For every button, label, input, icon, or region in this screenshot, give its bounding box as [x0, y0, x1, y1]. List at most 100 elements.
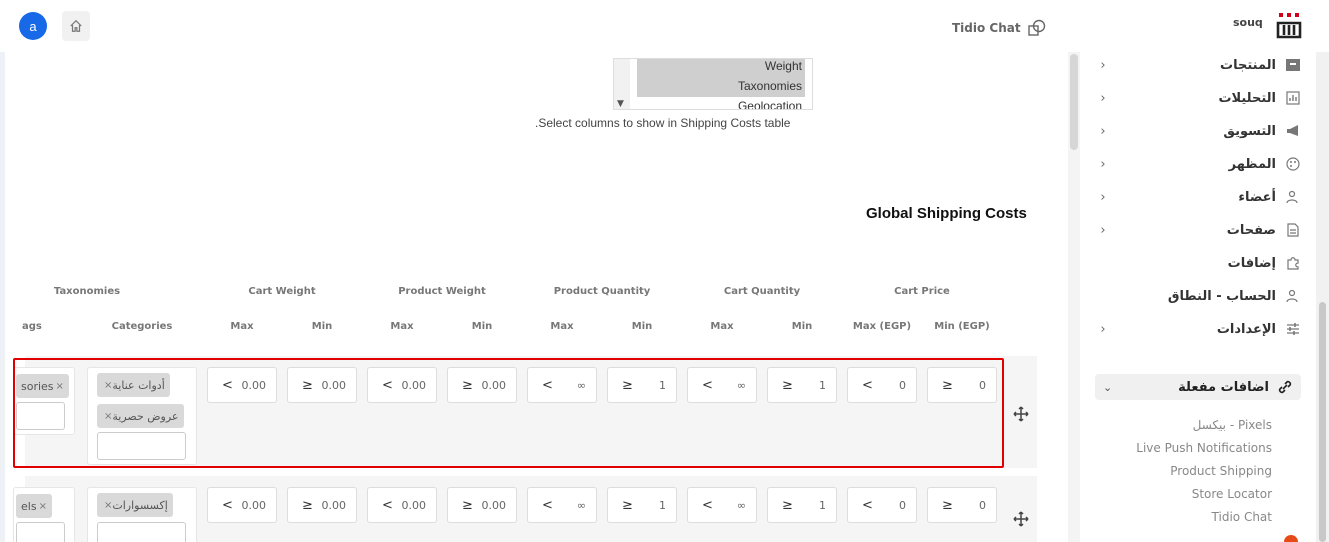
sidebar-item-account-domain[interactable]: الحساب - النطاق: [1095, 285, 1301, 307]
chevron-down-icon: ⌄: [1103, 380, 1113, 394]
chevron-right-icon: ›: [1100, 321, 1106, 337]
cell-operator: ≥: [302, 497, 313, 513]
product-quantity-min-input[interactable]: ≥1: [607, 487, 677, 523]
columns-multiselect[interactable]: Weight Taxonomies Geolocation ▼: [613, 58, 813, 110]
header-taxonomies: Taxonomies: [53, 286, 121, 297]
sidebar-subitem-store-locator[interactable]: Store Locator: [1192, 487, 1272, 501]
main-scrollbar[interactable]: [1068, 52, 1080, 542]
sidebar-scrollbar[interactable]: [1316, 52, 1329, 542]
drag-handle[interactable]: [1013, 511, 1029, 527]
header-cart-quantity: Cart Quantity: [723, 286, 801, 297]
topbar: a Tidio Chat souq: [0, 0, 1329, 52]
sidebar-item-pages[interactable]: › صفحات: [1095, 219, 1301, 241]
category-tag[interactable]: إكسسوارات ×: [97, 493, 173, 517]
remove-tag-icon[interactable]: ×: [104, 500, 112, 511]
sidebar-subitem-live-push[interactable]: Live Push Notifications: [1136, 441, 1272, 455]
subheader-categories: Categories: [111, 321, 173, 332]
remove-tag-icon[interactable]: ×: [39, 501, 47, 512]
user-avatar[interactable]: a: [19, 12, 47, 40]
cell-value: 1: [659, 498, 666, 512]
tag-chip[interactable]: els ×: [16, 494, 52, 518]
sidebar-active-addons-group[interactable]: ⌄ اضافات مفعلة: [1095, 374, 1301, 400]
chevron-right-icon: ›: [1100, 189, 1106, 205]
sidebar-item-settings[interactable]: › الإعدادات: [1095, 318, 1301, 340]
cell-value: 0.00: [241, 498, 267, 512]
sidebar-item-label: التسويق: [1223, 123, 1276, 139]
option-weight[interactable]: Weight: [765, 59, 802, 73]
page: a Tidio Chat souq › المنتجات › التحليلات…: [0, 0, 1329, 542]
notification-badge: [1284, 535, 1298, 542]
subheader-min: Min: [311, 321, 333, 332]
cart-price-min-input[interactable]: ≥0: [927, 487, 997, 523]
move-icon: [1013, 511, 1029, 527]
sidebar-item-analytics[interactable]: › التحليلات: [1095, 87, 1301, 109]
home-button[interactable]: [62, 11, 90, 41]
product-weight-max-input[interactable]: <0.00: [367, 487, 437, 523]
tags-search-input[interactable]: [16, 522, 65, 542]
sidebar-item-products[interactable]: › المنتجات: [1095, 54, 1301, 76]
subheader-max: Max: [710, 321, 734, 332]
sidebar-subitem-pixels[interactable]: بيكسل - Pixels: [1193, 418, 1272, 432]
cell-value: 0.00: [481, 498, 507, 512]
cart-weight-min-input[interactable]: ≥0.00: [287, 487, 357, 523]
cell-operator: <: [222, 497, 233, 513]
cell-value: 0: [979, 498, 986, 512]
cart-quantity-min-input[interactable]: ≥1: [767, 487, 837, 523]
category-tag-label: إكسسوارات: [112, 498, 168, 512]
cart-price-max-input[interactable]: <0: [847, 487, 917, 523]
brand-logo-icon[interactable]: [1276, 11, 1302, 39]
product-quantity-max-input[interactable]: < ∞: [527, 487, 597, 523]
cell-operator: ≥: [942, 497, 953, 513]
sidebar-item-label: إضافات: [1227, 255, 1276, 271]
left-strip: [0, 0, 5, 542]
cell-operator: ≥: [622, 497, 633, 513]
main-scroll-thumb[interactable]: [1070, 54, 1078, 150]
tidio-chat-link[interactable]: Tidio Chat: [952, 18, 1047, 38]
sidebar-item-appearance[interactable]: › المظهر: [1095, 153, 1301, 175]
page-icon: [1287, 223, 1299, 237]
users-icon: [1286, 190, 1298, 204]
sidebar-scroll-thumb[interactable]: [1319, 302, 1326, 542]
move-icon: [1013, 406, 1029, 422]
sidebar-item-label: صفحات: [1226, 222, 1276, 238]
option-taxonomies[interactable]: Taxonomies: [738, 79, 802, 93]
cell-value: ∞: [736, 498, 746, 512]
sidebar-item-members[interactable]: › أعضاء: [1095, 186, 1301, 208]
sidebar-item-marketing[interactable]: › التسويق: [1095, 120, 1301, 142]
header-cart-price: Cart Price: [894, 286, 950, 297]
subheader-min: Min: [791, 321, 813, 332]
subheader-min: Min: [631, 321, 653, 332]
subheader-max: Max (EGP): [852, 321, 912, 332]
subheader-max: Max: [230, 321, 254, 332]
select-scrollbar[interactable]: ▼: [614, 59, 630, 109]
cell-operator: <: [702, 497, 713, 513]
chevron-right-icon: ›: [1100, 222, 1106, 238]
product-weight-min-input[interactable]: ≥0.00: [447, 487, 517, 523]
subheader-tags: ags: [22, 321, 42, 332]
tidio-chat-label: Tidio Chat: [952, 21, 1021, 35]
cell-operator: <: [542, 497, 553, 513]
chevron-right-icon: ›: [1100, 90, 1106, 106]
sidebar-subitem-product-shipping[interactable]: Product Shipping: [1170, 464, 1272, 478]
categories-search-input[interactable]: [97, 522, 186, 542]
chevron-down-icon[interactable]: ▼: [617, 99, 624, 109]
drag-handle[interactable]: [1013, 406, 1029, 422]
cell-operator: ≥: [462, 497, 473, 513]
sidebar-item-addons[interactable]: إضافات: [1095, 252, 1301, 274]
chart-icon: [1286, 91, 1300, 105]
active-group-label: اضافات مفعلة: [1178, 379, 1269, 395]
cell-operator: ≥: [782, 497, 793, 513]
sidebar-item-label: الحساب - النطاق: [1167, 288, 1276, 304]
section-title: Global Shipping Costs: [866, 205, 1027, 222]
palette-icon: [1286, 157, 1300, 171]
tag-chip-label: els: [21, 499, 37, 513]
cell-operator: <: [382, 497, 393, 513]
megaphone-icon: [1287, 125, 1298, 137]
option-geolocation[interactable]: Geolocation: [738, 99, 802, 109]
puzzle-icon: [1287, 257, 1299, 270]
cart-quantity-max-input[interactable]: < ∞: [687, 487, 757, 523]
cell-value: 1: [819, 498, 826, 512]
subheader-min: Min: [471, 321, 493, 332]
cart-weight-max-input[interactable]: <0.00: [207, 487, 277, 523]
sidebar-subitem-tidio-chat[interactable]: Tidio Chat: [1212, 510, 1272, 524]
